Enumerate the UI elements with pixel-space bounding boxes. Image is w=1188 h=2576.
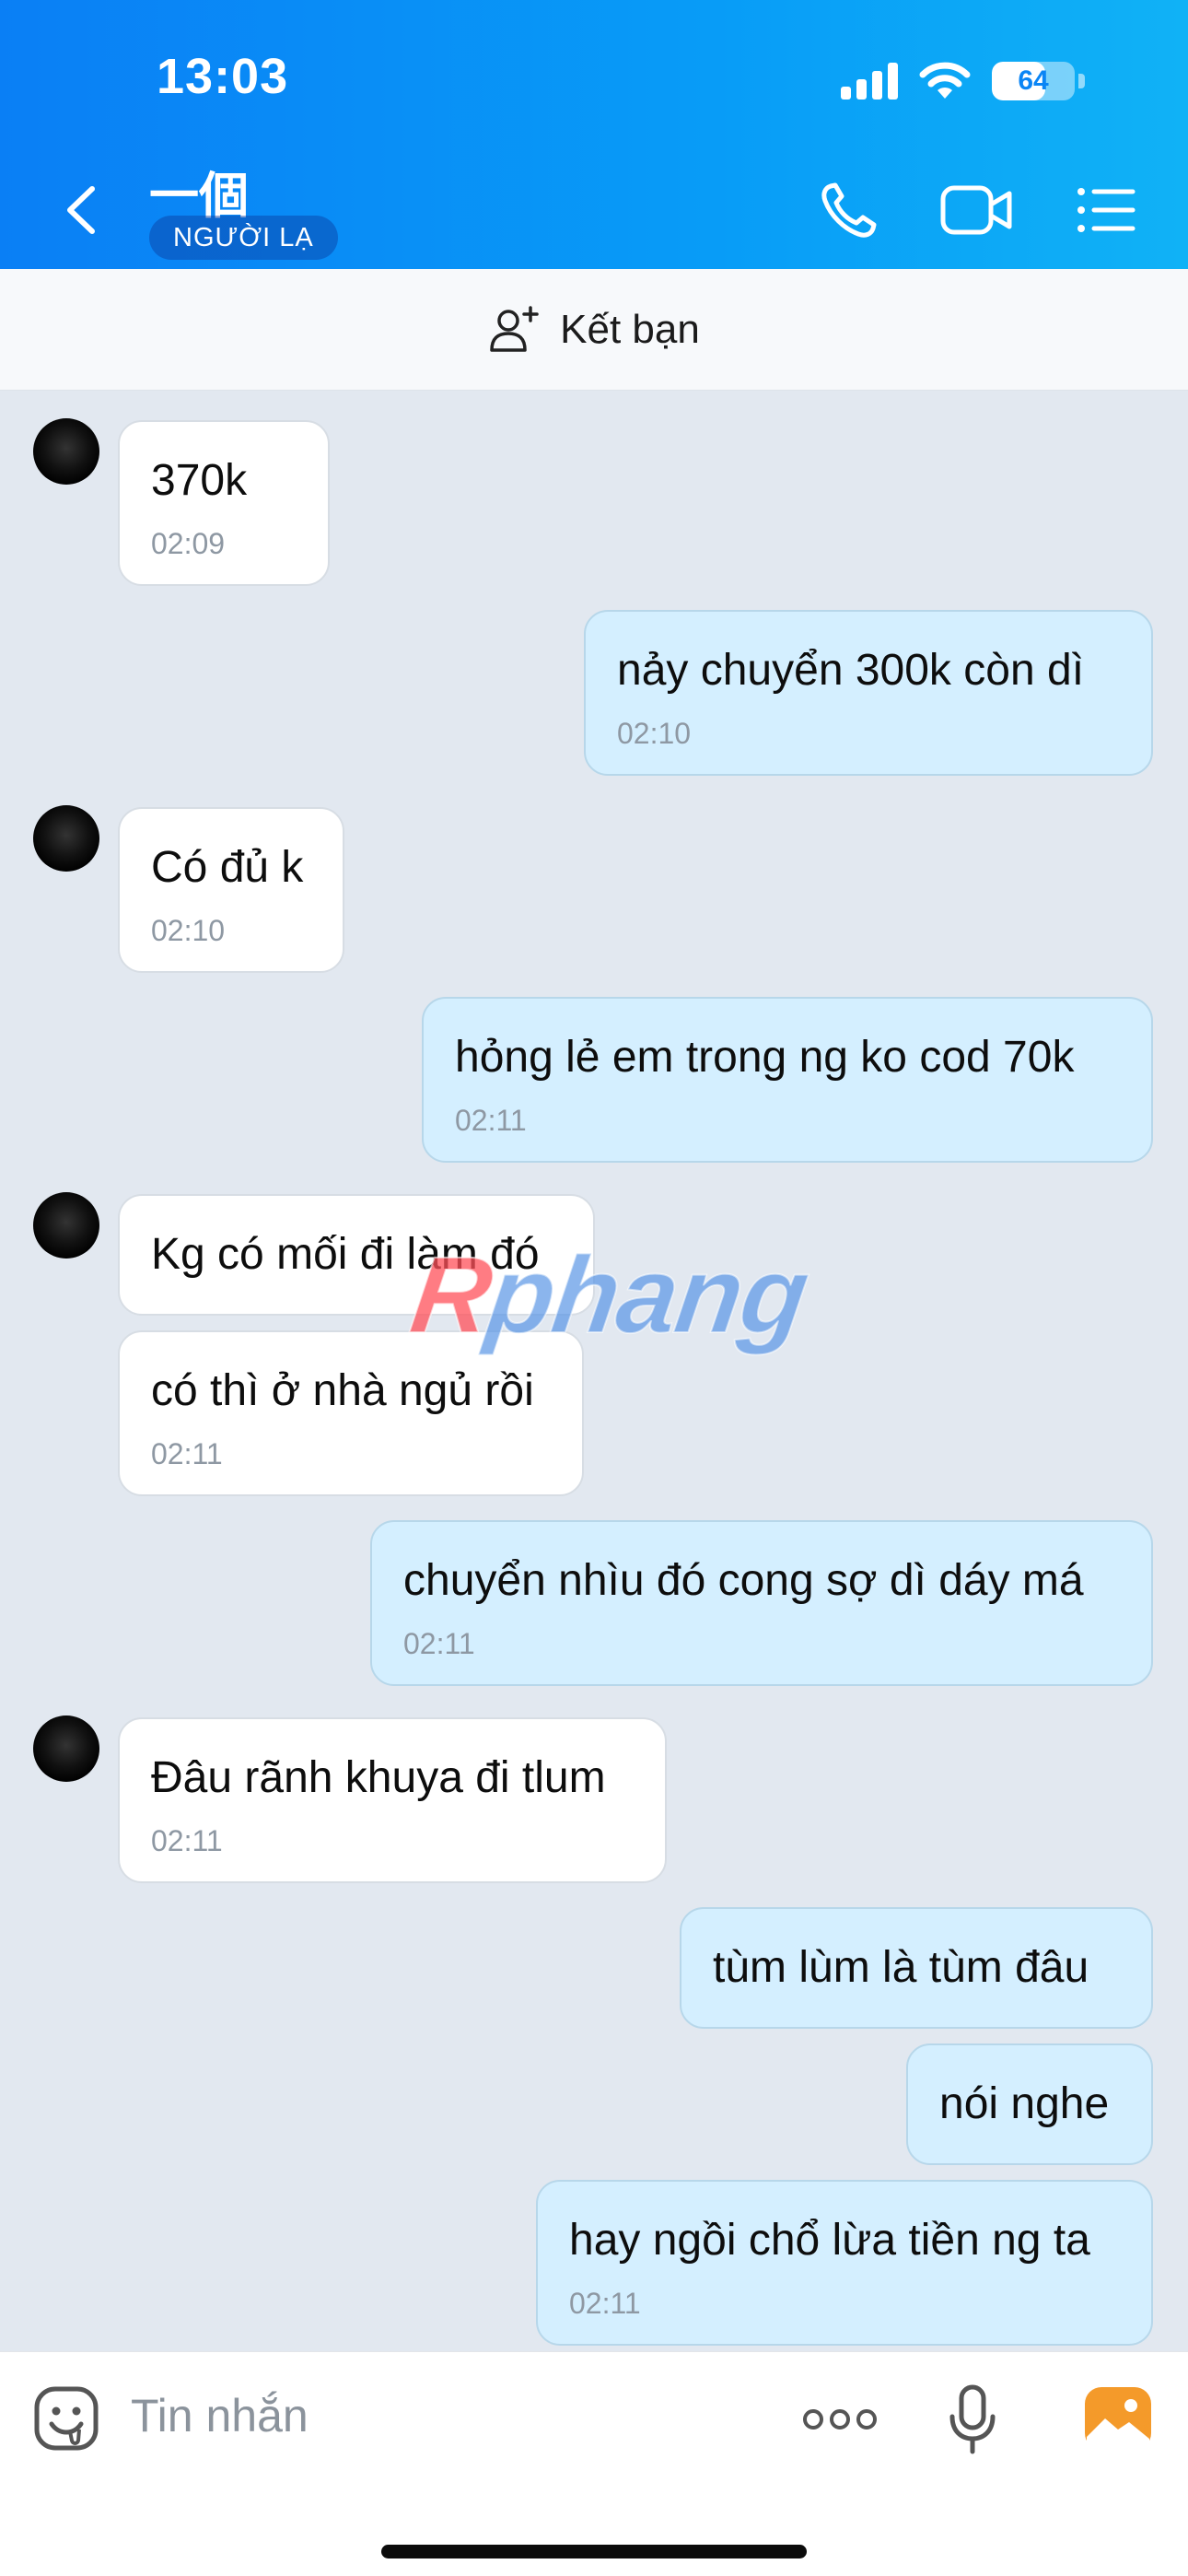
video-call-icon[interactable] bbox=[939, 181, 1015, 240]
home-indicator bbox=[381, 2545, 807, 2558]
message-text: nảy chuyển 300k còn dì bbox=[617, 646, 1085, 695]
message-time: 02:11 bbox=[569, 2287, 641, 2320]
status-icons: 64 bbox=[841, 57, 1085, 105]
status-time: 13:03 bbox=[157, 49, 289, 104]
message-time: 02:11 bbox=[403, 1627, 475, 1660]
contact-avatar[interactable] bbox=[33, 418, 99, 485]
contact-avatar[interactable] bbox=[33, 1715, 99, 1782]
message-time: 02:09 bbox=[151, 527, 226, 560]
cellular-signal-icon bbox=[841, 63, 898, 100]
chat-header: 13:03 64 一個 NGƯỜI LẠ bbox=[0, 0, 1188, 269]
message-time: 02:10 bbox=[151, 914, 226, 947]
stranger-badge: NGƯỜI LẠ bbox=[149, 216, 338, 260]
message-text: có thì ở nhà ngủ rồi bbox=[151, 1366, 534, 1415]
battery-cap bbox=[1078, 74, 1085, 88]
message-bubble-outgoing[interactable]: tùm lùm là tùm đâu bbox=[680, 1907, 1153, 2029]
more-options-icon[interactable] bbox=[801, 2406, 879, 2433]
message-bubble-incoming[interactable]: 370k 02:09 bbox=[118, 420, 330, 586]
message-bubble-incoming[interactable]: Có đủ k 02:10 bbox=[118, 807, 344, 973]
menu-list-icon[interactable] bbox=[1076, 181, 1136, 240]
message-text: nói nghe bbox=[939, 2079, 1110, 2128]
message-bubble-outgoing[interactable]: hỏng lẻ em trong ng ko cod 70k 02:11 bbox=[422, 997, 1153, 1163]
watermark-rest: phang bbox=[480, 1234, 816, 1357]
message-text: tùm lùm là tùm đâu bbox=[713, 1943, 1089, 1992]
emoji-sticker-icon[interactable] bbox=[33, 2385, 99, 2452]
photo-gallery-icon[interactable] bbox=[1083, 2385, 1153, 2452]
message-bubble-outgoing[interactable]: chuyển nhìu đó cong sợ dì dáy má 02:11 bbox=[370, 1520, 1153, 1686]
message-bubble-outgoing[interactable]: hay ngồi chổ lừa tiền ng ta 02:11 bbox=[536, 2180, 1153, 2346]
wifi-icon bbox=[919, 62, 971, 99]
message-time: 02:11 bbox=[151, 1437, 223, 1470]
message-time: 02:10 bbox=[617, 717, 692, 750]
message-input-bar: Tin nhắn bbox=[0, 2351, 1188, 2576]
phone-icon[interactable] bbox=[818, 181, 884, 240]
message-text: Đâu rãnh khuya đi tlum bbox=[151, 1753, 606, 1802]
message-time: 02:11 bbox=[151, 1824, 223, 1857]
add-friend-icon bbox=[490, 305, 539, 352]
watermark-logo: Rphang bbox=[403, 1233, 816, 1358]
contact-avatar[interactable] bbox=[33, 805, 99, 872]
message-time: 02:11 bbox=[455, 1104, 527, 1137]
battery-percent: 64 bbox=[1018, 65, 1049, 96]
message-text: hay ngồi chổ lừa tiền ng ta bbox=[569, 2216, 1090, 2265]
contact-avatar[interactable] bbox=[33, 1192, 99, 1259]
message-text: hỏng lẻ em trong ng ko cod 70k bbox=[455, 1033, 1075, 1082]
message-bubble-outgoing[interactable]: nảy chuyển 300k còn dì 02:10 bbox=[584, 610, 1153, 776]
message-text: 370k bbox=[151, 456, 248, 505]
microphone-icon[interactable] bbox=[945, 2383, 1000, 2457]
message-text: Có đủ k bbox=[151, 843, 304, 892]
add-friend-button[interactable]: Kết bạn bbox=[0, 269, 1188, 391]
message-input[interactable]: Tin nhắn bbox=[131, 2389, 309, 2442]
battery-icon: 64 bbox=[992, 62, 1075, 100]
message-bubble-incoming[interactable]: Đâu rãnh khuya đi tlum 02:11 bbox=[118, 1717, 667, 1883]
message-text: chuyển nhìu đó cong sợ dì dáy má bbox=[403, 1556, 1084, 1605]
message-bubble-outgoing[interactable]: nói nghe bbox=[906, 2043, 1153, 2165]
add-friend-label: Kết bạn bbox=[560, 306, 700, 352]
back-chevron-icon[interactable] bbox=[55, 180, 107, 240]
